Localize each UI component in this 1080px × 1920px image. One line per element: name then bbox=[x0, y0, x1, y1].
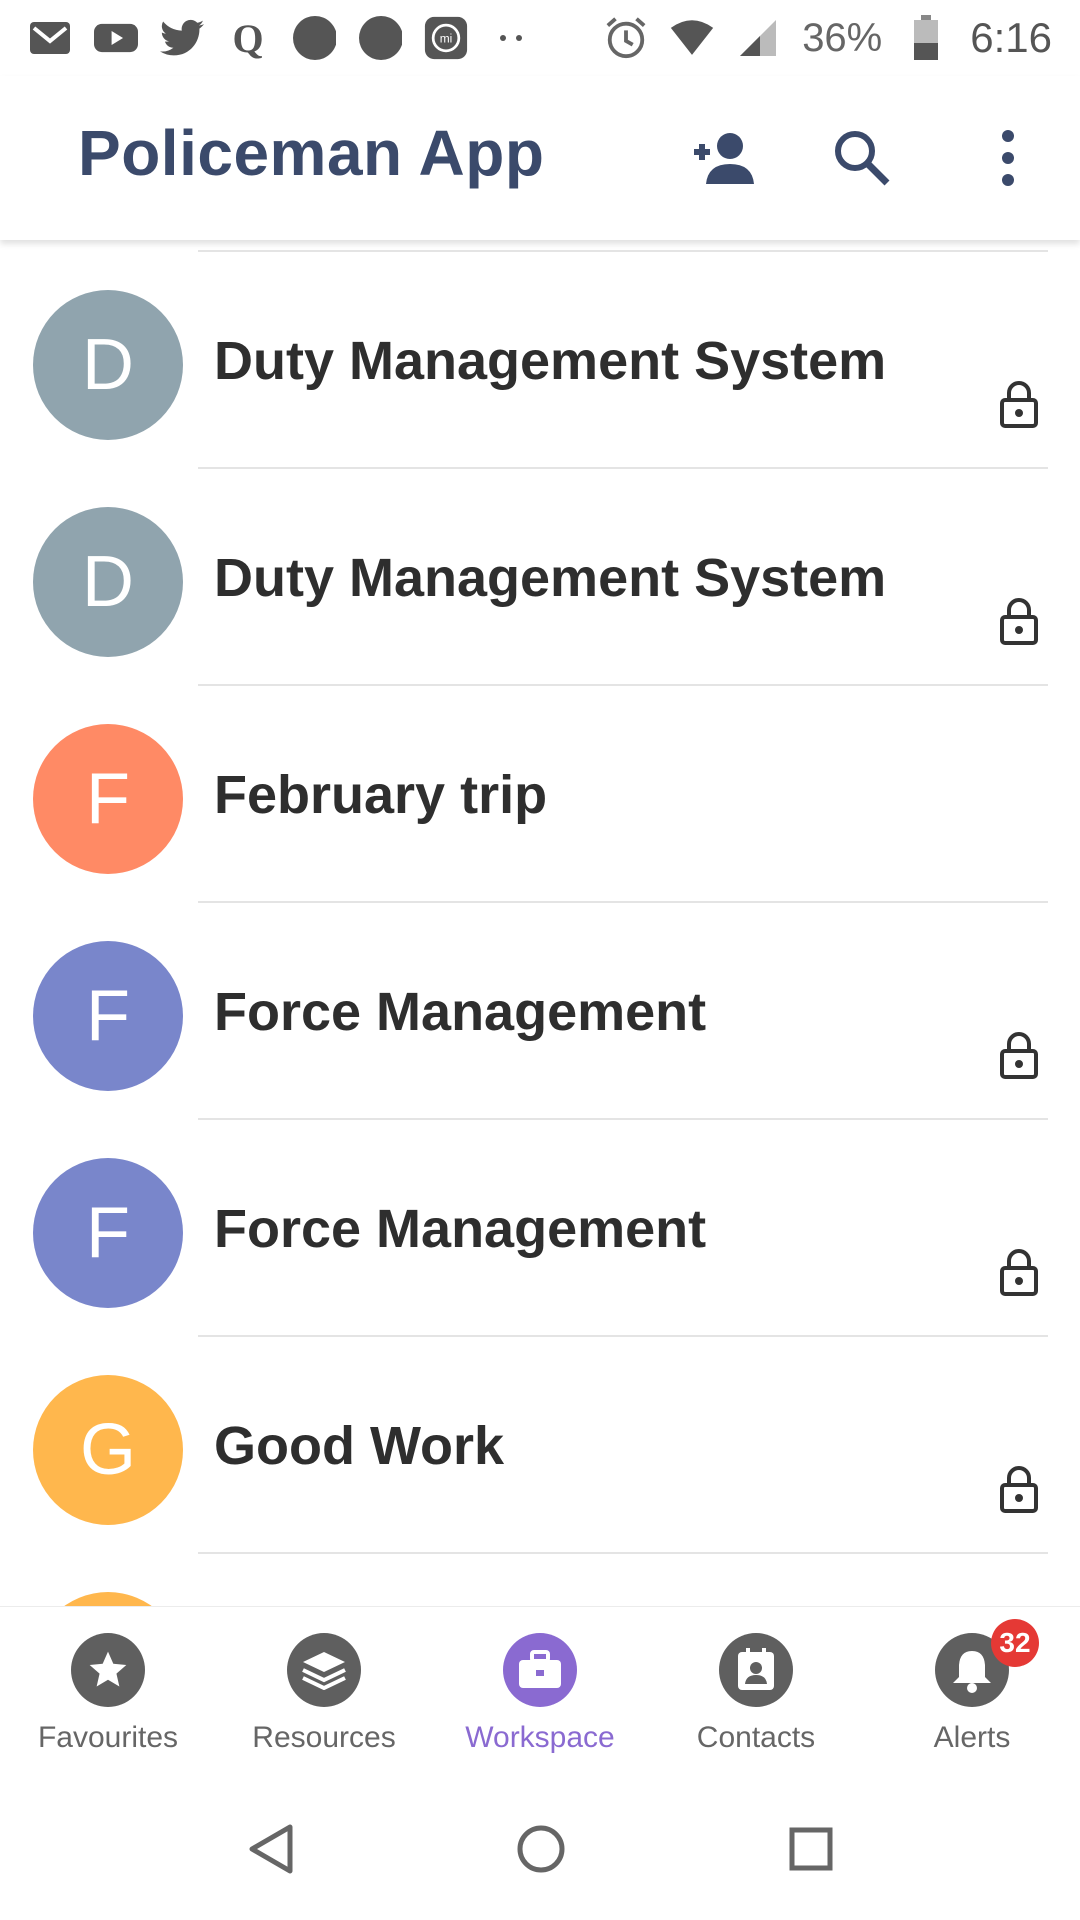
add-person-icon bbox=[694, 133, 754, 184]
nav-label: Favourites bbox=[37, 1721, 179, 1754]
lock-icon bbox=[1000, 598, 1038, 645]
screen: Q mi 36% 6:16 Policeman App D Duty Manag… bbox=[0, 0, 1080, 1920]
youtube-icon bbox=[94, 16, 138, 60]
nav-alerts[interactable]: 32 Alerts bbox=[864, 1607, 1080, 1783]
search-button[interactable] bbox=[814, 110, 910, 206]
nav-favourites[interactable]: Favourites bbox=[0, 1607, 216, 1783]
avatar: D bbox=[33, 507, 183, 657]
lock-icon bbox=[1000, 1032, 1038, 1079]
workspace-row[interactable]: G Good Work bbox=[0, 1337, 1080, 1554]
lock-icon bbox=[1000, 1466, 1038, 1513]
alarm-icon bbox=[604, 16, 648, 60]
workspace-name: Good Work bbox=[214, 1416, 504, 1476]
quora-icon: Q bbox=[226, 16, 270, 60]
system-nav-bar bbox=[0, 1782, 1080, 1920]
workspace-name: February trip bbox=[214, 765, 548, 825]
more-vert-icon bbox=[1002, 130, 1014, 186]
svg-text:Q: Q bbox=[232, 16, 263, 60]
status-right: 36% 6:16 bbox=[604, 14, 1052, 62]
status-left: Q mi bbox=[28, 16, 534, 60]
lock-icon bbox=[1000, 381, 1038, 428]
nav-contacts[interactable]: Contacts bbox=[648, 1607, 864, 1783]
twitter-icon bbox=[160, 16, 204, 60]
workspace-row-partial[interactable] bbox=[0, 1554, 1080, 1606]
search-icon bbox=[835, 131, 890, 186]
nav-label: Workspace bbox=[465, 1721, 615, 1754]
recents-icon bbox=[789, 1827, 833, 1871]
lock-icon bbox=[1000, 1249, 1038, 1296]
alerts-badge: 32 bbox=[991, 1619, 1039, 1667]
workspace-row[interactable]: D Duty Management System bbox=[0, 469, 1080, 686]
avatar bbox=[33, 1592, 183, 1606]
workspace-name: Force Management bbox=[214, 1199, 707, 1259]
briefcase-icon bbox=[503, 1633, 577, 1707]
home-button[interactable] bbox=[496, 1804, 586, 1894]
layers-icon bbox=[287, 1633, 361, 1707]
nav-label: Contacts bbox=[696, 1721, 816, 1754]
nav-label: Alerts bbox=[933, 1721, 1011, 1754]
bell-icon: 32 bbox=[935, 1619, 1039, 1707]
status-bar: Q mi 36% 6:16 bbox=[0, 0, 1080, 76]
avatar: G bbox=[33, 1375, 183, 1525]
back-button[interactable] bbox=[226, 1804, 316, 1894]
star-icon bbox=[71, 1633, 145, 1707]
nav-workspace[interactable]: Workspace bbox=[432, 1607, 648, 1783]
wifi-icon bbox=[670, 16, 714, 60]
workspace-row[interactable]: F February trip bbox=[0, 686, 1080, 903]
avatar: F bbox=[33, 724, 183, 874]
gmail-icon bbox=[28, 16, 72, 60]
workspace-row[interactable]: F Force Management bbox=[0, 1120, 1080, 1337]
app-title: Policeman App bbox=[78, 117, 545, 189]
workspace-name: Force Management bbox=[214, 982, 707, 1042]
workspace-name: Duty Management System bbox=[214, 331, 887, 391]
avatar: F bbox=[33, 1158, 183, 1308]
nav-resources[interactable]: Resources bbox=[216, 1607, 432, 1783]
dot-icon bbox=[358, 16, 402, 60]
add-person-button[interactable] bbox=[672, 110, 768, 206]
app-bar: Policeman App bbox=[0, 76, 1080, 240]
workspace-name: Duty Management System bbox=[214, 548, 887, 608]
workspace-row[interactable]: F Force Management bbox=[0, 903, 1080, 1120]
recents-button[interactable] bbox=[766, 1804, 856, 1894]
bottom-nav: Favourites Resources Workspace Contacts … bbox=[0, 1606, 1080, 1783]
mi-icon: mi bbox=[424, 16, 468, 60]
nav-label: Resources bbox=[252, 1721, 396, 1754]
clock: 6:16 bbox=[970, 14, 1052, 61]
more-options-button[interactable] bbox=[960, 110, 1056, 206]
signal-icon bbox=[736, 16, 780, 60]
avatar: D bbox=[33, 290, 183, 440]
contact-card-icon bbox=[719, 1633, 793, 1707]
dot-icon bbox=[292, 16, 336, 60]
workspace-list: D Duty Management System D Duty Manageme… bbox=[0, 240, 1080, 1606]
battery-percentage: 36% bbox=[802, 15, 883, 60]
avatar: F bbox=[33, 941, 183, 1091]
back-icon bbox=[249, 1824, 293, 1874]
svg-text:mi: mi bbox=[440, 32, 453, 46]
battery-icon bbox=[904, 15, 948, 60]
home-icon bbox=[517, 1825, 565, 1873]
workspace-row[interactable]: D Duty Management System bbox=[0, 252, 1080, 469]
more-dots-icon bbox=[490, 16, 534, 60]
